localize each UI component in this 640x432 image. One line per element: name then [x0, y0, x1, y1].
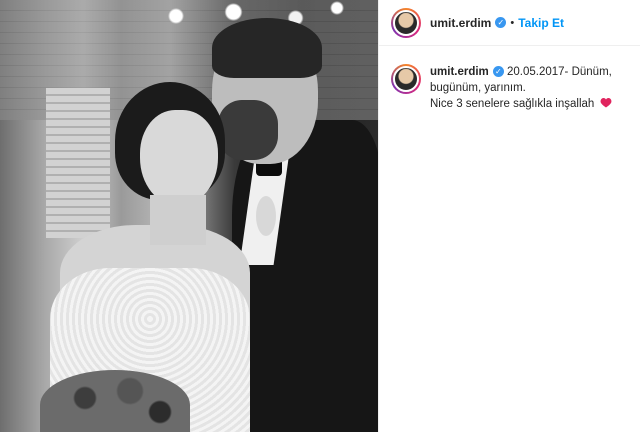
window-shutter	[46, 88, 110, 238]
bouquet	[40, 370, 190, 432]
groom-beard	[218, 100, 278, 160]
caption-comment: umit.erdim ✓ 20.05.2017- Dünüm, bugünüm, …	[391, 64, 631, 112]
separator-dot: •	[510, 16, 515, 29]
heart-icon	[600, 98, 611, 108]
verified-badge-icon: ✓	[492, 66, 504, 78]
post-photo[interactable]	[0, 0, 378, 432]
caption-username-link[interactable]: umit.erdim	[430, 66, 489, 78]
avatar-image	[393, 9, 419, 36]
username-link[interactable]: umit.erdim	[430, 16, 491, 30]
post-header: umit.erdim ✓ • Takip Et	[379, 0, 640, 46]
bride-neck	[150, 195, 206, 245]
verified-badge-icon: ✓	[495, 17, 507, 28]
avatar[interactable]	[391, 7, 421, 38]
caption-line-1: 20.05.2017- Dünüm,	[507, 66, 612, 78]
avatar-image	[393, 66, 419, 92]
caption-text: umit.erdim ✓ 20.05.2017- Dünüm, bugünüm, …	[430, 64, 626, 112]
post-side-panel: umit.erdim ✓ • Takip Et umit.erdim ✓ 20.0…	[378, 0, 640, 432]
groom-hair	[212, 18, 322, 78]
caption-avatar[interactable]	[391, 64, 421, 94]
follow-button[interactable]: Takip Et	[518, 16, 564, 30]
bride-face	[140, 110, 218, 206]
caption-line-2: bugünüm, yarınım.	[430, 82, 526, 94]
boutonniere	[256, 196, 276, 236]
caption-line-3: Nice 3 senelere sağlıkla inşallah	[430, 98, 595, 110]
